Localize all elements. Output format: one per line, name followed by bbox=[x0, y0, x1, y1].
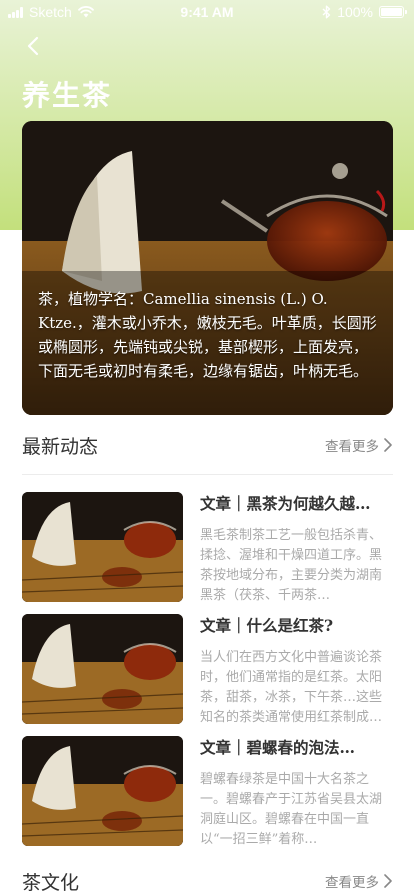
back-button[interactable] bbox=[22, 34, 46, 58]
article-title: 文章｜黑茶为何越久越… bbox=[200, 494, 371, 513]
hero-card[interactable]: 茶，植物学名：Camellia sinensis (L.) O. Ktze.，灌… bbox=[22, 121, 393, 415]
article-item[interactable]: 文章｜黑茶为何越久越… 黑毛茶制茶工艺一般包括杀青、揉捻、渥堆和干燥四道工序。黑… bbox=[22, 492, 393, 603]
culture-more-link[interactable]: 查看更多 bbox=[325, 871, 393, 891]
chevron-left-icon bbox=[27, 36, 39, 56]
article-item[interactable]: 文章｜碧螺春的泡法… 碧螺春绿茶是中国十大名茶之一。碧螺春产于江苏省吴县太湖洞庭… bbox=[22, 736, 393, 847]
article-title: 文章｜碧螺春的泡法… bbox=[200, 738, 356, 757]
page-title: 养生茶 bbox=[22, 79, 113, 112]
status-bar: Sketch 9:41 AM 100% bbox=[0, 0, 414, 24]
chevron-right-icon bbox=[384, 438, 392, 452]
section-title-culture: 茶文化 bbox=[22, 871, 80, 894]
chevron-right-icon bbox=[384, 874, 392, 888]
battery-percent: 100% bbox=[337, 4, 373, 20]
bluetooth-icon bbox=[322, 5, 331, 19]
article-title: 文章｜什么是红茶? bbox=[200, 616, 334, 635]
more-link-label: 查看更多 bbox=[325, 439, 379, 454]
article-thumbnail bbox=[22, 614, 183, 724]
culture-section-header: 茶文化 查看更多 bbox=[22, 866, 393, 896]
more-link-label: 查看更多 bbox=[325, 875, 379, 890]
article-description: 碧螺春绿茶是中国十大名茶之一。碧螺春产于江苏省吴县太湖洞庭山区。碧螺春在中国一直… bbox=[200, 772, 383, 847]
section-title-latest: 最新动态 bbox=[22, 435, 99, 458]
article-thumbnail bbox=[22, 492, 183, 602]
section-divider bbox=[22, 474, 393, 475]
article-description: 黑毛茶制茶工艺一般包括杀青、揉捻、渥堆和干燥四道工序。黑茶按地域分布，主要分类为… bbox=[200, 528, 383, 603]
article-thumbnail bbox=[22, 736, 183, 846]
hero-description: 茶，植物学名：Camellia sinensis (L.) O. Ktze.，灌… bbox=[38, 290, 377, 380]
battery-icon bbox=[379, 6, 407, 18]
latest-section-header: 最新动态 查看更多 bbox=[22, 430, 393, 460]
article-item[interactable]: 文章｜什么是红茶? 当人们在西方文化中普遍谈论茶时，他们通常指的是红茶。太阳茶，… bbox=[22, 614, 393, 725]
latest-more-link[interactable]: 查看更多 bbox=[325, 435, 393, 455]
article-description: 当人们在西方文化中普遍谈论茶时，他们通常指的是红茶。太阳茶，甜茶，冰茶，下午茶…… bbox=[200, 650, 383, 725]
